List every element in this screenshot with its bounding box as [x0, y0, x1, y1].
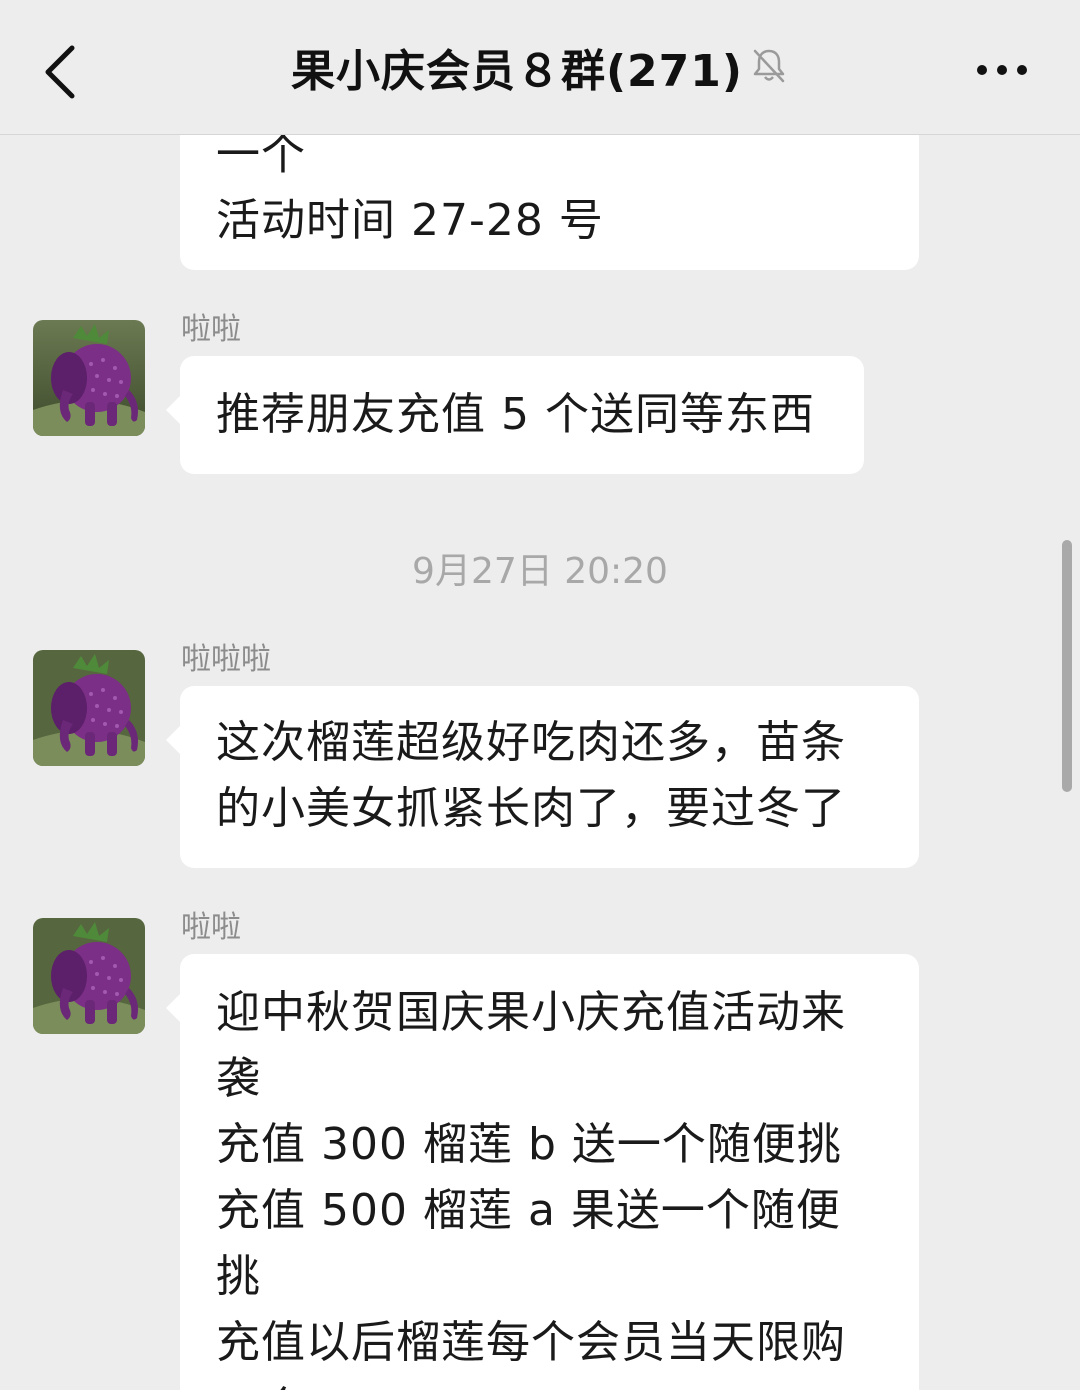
more-horizontal-icon — [977, 65, 1027, 75]
sender-name: 啦啦 — [181, 910, 241, 945]
sender-name: 啦啦 — [181, 312, 241, 347]
group-name: 果小庆会员８群(271) — [290, 46, 744, 97]
sender-name: 啦啦啦 — [181, 642, 271, 677]
elephant-avatar-image — [33, 650, 145, 766]
elephant-avatar-image — [33, 918, 145, 1034]
avatar[interactable] — [33, 650, 145, 766]
scrollbar[interactable] — [1062, 540, 1072, 792]
avatar[interactable] — [33, 918, 145, 1034]
message-bubble[interactable]: 这次榴莲超级好吃肉还多，苗条 的小美女抓紧长肉了，要过冬了 — [166, 686, 919, 868]
chat-area[interactable]: 一个 活动时间 27-28 号 啦啦 推荐朋友充值 5 个送同等东西 9月27日… — [0, 0, 1080, 1390]
elephant-avatar-image — [33, 320, 145, 436]
timestamp: 9月27日 20:20 — [412, 551, 668, 592]
avatar[interactable] — [33, 320, 145, 436]
more-button[interactable] — [972, 50, 1032, 90]
message-bubble[interactable]: 推荐朋友充值 5 个送同等东西 — [166, 356, 864, 474]
chat-header: 果小庆会员８群(271) — [0, 0, 1080, 135]
chat-title[interactable]: 果小庆会员８群(271) — [0, 44, 1080, 100]
bell-off-icon — [749, 43, 789, 99]
message-bubble[interactable]: 迎中秋贺国庆果小庆充值活动来 袭 充值 300 榴莲 b 送一个随便挑 充值 5… — [166, 954, 919, 1390]
